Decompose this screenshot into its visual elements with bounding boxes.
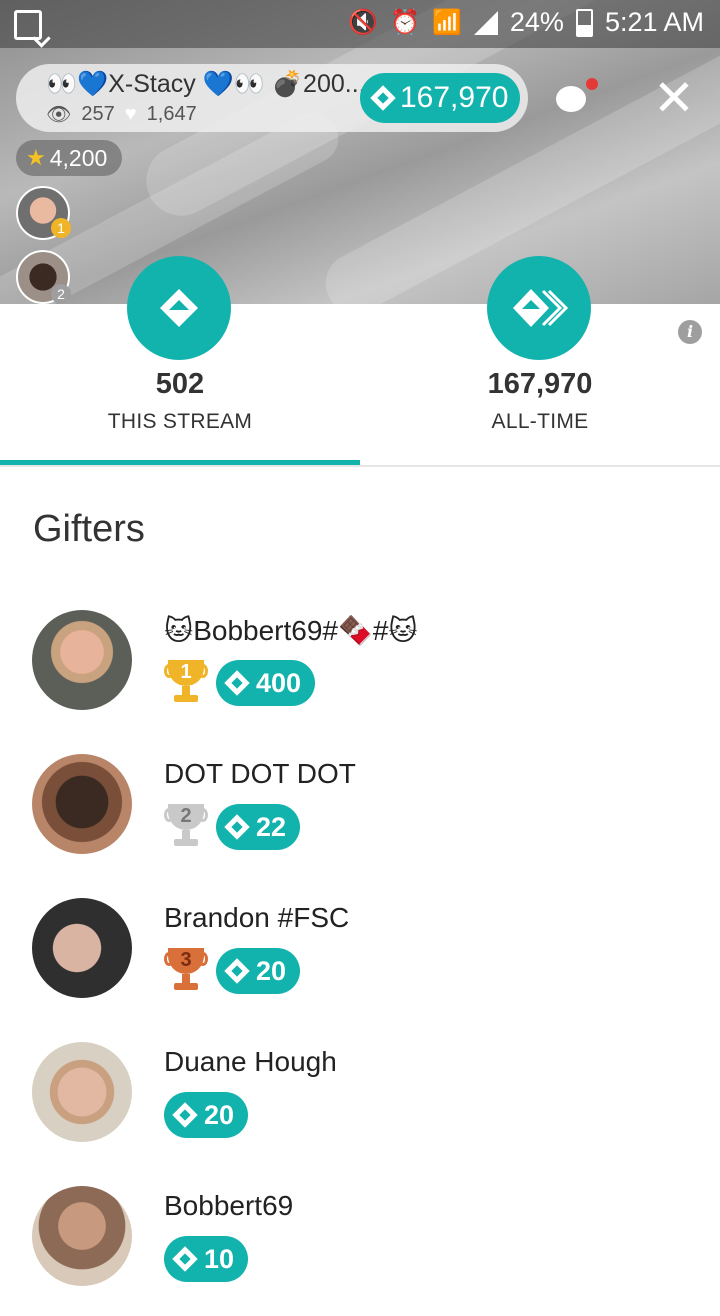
diamond-icon [370, 85, 396, 111]
gift-amount-badge: 400 [216, 660, 316, 706]
gift-amount: 22 [256, 811, 287, 842]
diamond-icon [224, 670, 250, 696]
host-name: 👀💙X-Stacy 💙👀 💣200... [46, 70, 366, 98]
gifter-row[interactable]: DOT DOT DOT 2 22 [0, 754, 720, 884]
chat-button[interactable] [552, 78, 598, 118]
status-bar: 🔇 ⏰ 📶 24% 5:21 AM [0, 0, 720, 48]
gifter-row[interactable]: 🐱Bobbert69#🍫#🐱 1 400 [0, 610, 720, 740]
eye-icon: 👁 [46, 104, 72, 126]
all-time-label: ALL-TIME [491, 410, 589, 433]
avatar[interactable] [32, 754, 132, 854]
stream-video-background: 🔇 ⏰ 📶 24% 5:21 AM 👀💙X-Stacy 💙👀 💣200... 👁… [0, 0, 720, 304]
gifters-title: Gifters [33, 508, 145, 550]
host-stats: 👁 257 ♥ 1,647 [46, 102, 197, 127]
gift-amount-badge: 20 [216, 948, 301, 994]
bronze-trophy-icon: 3 [164, 948, 208, 994]
screenshot-icon [14, 10, 42, 40]
avatar[interactable] [32, 1186, 132, 1286]
cell-signal-icon [473, 10, 498, 35]
host-coins-button[interactable]: 167,970 [360, 73, 520, 123]
gold-trophy-icon: 1 [164, 660, 208, 706]
gifter-name: DOT DOT DOT [164, 758, 356, 789]
silver-trophy-icon: 2 [164, 804, 208, 850]
heart-icon: ♥ [124, 103, 137, 125]
host-info-pill[interactable]: 👀💙X-Stacy 💙👀 💣200... 👁 257 ♥ 1,647 167,9… [16, 64, 528, 132]
gift-amount-badge: 22 [216, 804, 301, 850]
notification-dot [586, 78, 598, 90]
star-icon: ★ [26, 145, 46, 170]
gift-amount: 10 [204, 1243, 235, 1274]
avatar[interactable] [32, 898, 132, 998]
gift-amount: 20 [204, 1099, 235, 1130]
gifter-rank: 2 [180, 805, 192, 827]
avatar[interactable] [32, 610, 132, 710]
like-count: 1,647 [146, 103, 197, 125]
gift-amount: 400 [256, 667, 302, 698]
wifi-icon: 📶 [432, 9, 462, 36]
mute-icon: 🔇 [348, 9, 379, 36]
diamond-icon [224, 958, 250, 984]
close-button[interactable]: ✕ [652, 73, 696, 123]
gift-amount-badge: 20 [164, 1092, 249, 1138]
gifter-row[interactable]: Brandon #FSC 3 20 [0, 898, 720, 1028]
all-time-value: 167,970 [487, 368, 593, 400]
viewer-count: 257 [81, 103, 115, 125]
gifter-rank: 1 [180, 661, 192, 683]
gifter-name: Duane Hough [164, 1046, 337, 1077]
chat-bubble-icon [556, 86, 586, 112]
battery-icon [575, 8, 593, 37]
this-stream-label: THIS STREAM [107, 410, 253, 433]
host-coin-count: 167,970 [400, 81, 509, 114]
all-time-icon [487, 256, 591, 360]
gift-amount: 20 [256, 955, 287, 986]
gifter-row[interactable]: Duane Hough 20 [0, 1042, 720, 1172]
rank-badge-1: 1 [51, 218, 71, 238]
stars-badge: ★ 4,200 [16, 140, 122, 176]
gifter-name: Brandon #FSC [164, 902, 350, 933]
this-stream-icon [127, 256, 231, 360]
diamond-icon [224, 814, 250, 840]
this-stream-value: 502 [155, 368, 205, 400]
battery-percent: 24% [509, 7, 564, 37]
info-icon[interactable]: i [678, 320, 702, 344]
star-count: 4,200 [49, 144, 108, 171]
diamond-icon [172, 1246, 198, 1272]
avatar[interactable] [32, 1042, 132, 1142]
gift-amount-badge: 10 [164, 1236, 249, 1282]
gifter-rank: 3 [180, 949, 192, 971]
rank-badge-2: 2 [51, 284, 71, 304]
alarm-icon: ⏰ [390, 9, 420, 36]
gifter-row[interactable]: Bobbert69 10 [0, 1186, 720, 1316]
clock: 5:21 AM [604, 7, 704, 37]
gifter-name: Bobbert69 [164, 1190, 294, 1221]
gifter-name: 🐱Bobbert69#🍫#🐱 [164, 615, 418, 646]
tab-divider [0, 465, 720, 467]
diamond-icon [172, 1102, 198, 1128]
